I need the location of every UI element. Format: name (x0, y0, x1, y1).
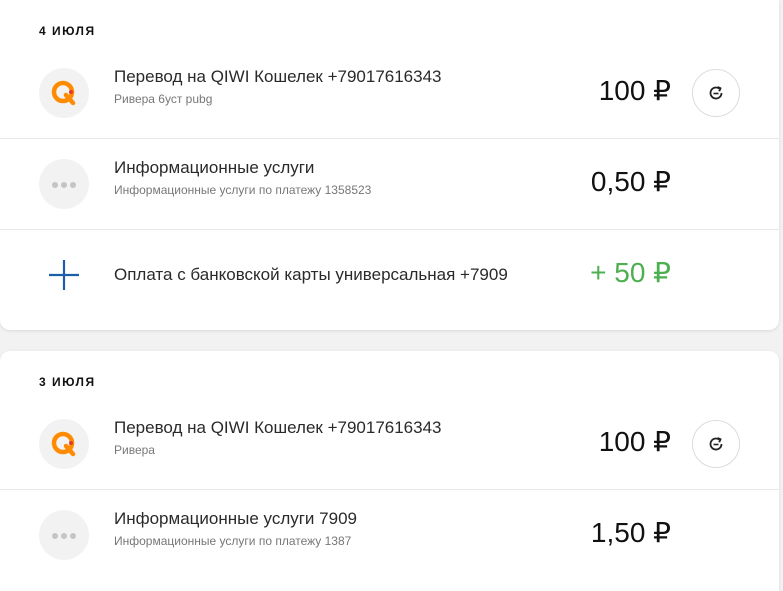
transaction-comment: Информационные услуги по платежу 1358523 (114, 183, 372, 197)
group-date: 3 ИЮЛЯ (39, 375, 96, 389)
transaction-comment: Информационные услуги по платежу 1387 (114, 534, 352, 548)
repeat-payment-button[interactable] (692, 69, 740, 117)
qiwi-logo-icon (39, 68, 89, 118)
transaction-title: Перевод на QIWI Кошелек +79017616343 (114, 418, 442, 437)
transaction-row[interactable]: Информационные услуги 7909 Информационны… (0, 490, 779, 580)
transaction-title: Информационные услуги 7909 (114, 509, 357, 528)
plus-icon (39, 250, 89, 300)
transaction-amount: 100 ₽ (598, 75, 671, 106)
repeat-payment-button[interactable] (692, 420, 740, 468)
history-group-july-4: 4 ИЮЛЯ Перевод на QIWI Кошелек +79017616… (0, 0, 779, 330)
transaction-title: Перевод на QIWI Кошелек +79017616343 (114, 67, 442, 86)
qiwi-logo-icon (39, 419, 89, 469)
transaction-amount: 1,50 ₽ (590, 517, 671, 548)
dots-icon (39, 159, 89, 209)
dots-icon (39, 510, 89, 560)
transaction-amount: 0,50 ₽ (590, 166, 671, 197)
transaction-comment: Ривера 6уст pubg (114, 92, 213, 106)
transaction-title: Оплата с банковской карты универсальная … (114, 265, 508, 284)
transaction-comment: Ривера (114, 443, 155, 457)
repeat-icon (709, 86, 723, 100)
transaction-row[interactable]: Оплата с банковской карты универсальная … (0, 230, 779, 320)
repeat-icon (709, 437, 723, 451)
transaction-row[interactable]: Перевод на QIWI Кошелек +79017616343 Рив… (0, 48, 779, 139)
history-group-july-3: 3 ИЮЛЯ Перевод на QIWI Кошелек +79017616… (0, 351, 779, 591)
transaction-amount: 100 ₽ (598, 426, 671, 457)
transaction-title: Информационные услуги (114, 158, 315, 177)
transaction-row[interactable]: Информационные услуги Информационные усл… (0, 139, 779, 230)
transaction-amount: + 50 ₽ (590, 257, 671, 288)
transaction-row[interactable]: Перевод на QIWI Кошелек +79017616343 Рив… (0, 399, 779, 490)
group-date: 4 ИЮЛЯ (39, 24, 96, 38)
